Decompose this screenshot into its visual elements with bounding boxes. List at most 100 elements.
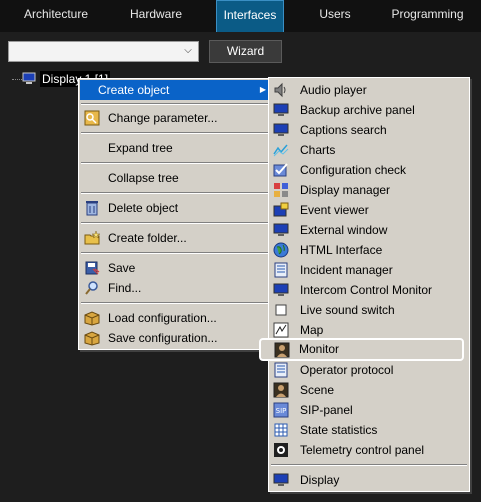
globe-icon [273,242,289,258]
menu-separator [81,222,271,224]
submenu-separator [271,464,467,466]
wizard-button[interactable]: Wizard [209,40,282,63]
submenu-item-incident-manager[interactable]: Incident manager [270,260,468,280]
submenu-item-label: Monitor [299,342,340,356]
camera-monitor-icon [274,342,290,358]
submenu-item-label: External window [300,223,388,237]
submenu-item-state-statistics[interactable]: State statistics [270,420,468,440]
menu-item-label: Delete object [108,201,179,215]
submenu-item-label: Incident manager [300,263,393,277]
telemetry-icon [274,443,288,457]
submenu-item-configuration-check[interactable]: Configuration check [270,160,468,180]
submenu-item-label: Backup archive panel [300,103,415,117]
menu-item-label: Find... [108,281,142,295]
recycle-bin-icon [86,201,98,216]
submenu-item-label: Live sound switch [300,303,395,317]
submenu-item-operator-protocol[interactable]: Operator protocol [270,360,468,380]
menu-item-label: Expand tree [108,141,173,155]
monitor-icon [273,473,289,486]
menu-item-label: Create folder... [108,231,187,245]
menu-item-create-folder[interactable]: Create folder... [80,228,272,248]
menu-item-label: Save configuration... [108,331,218,345]
object-select[interactable]: ⌵ [8,41,199,62]
tab-users[interactable]: Users [300,0,370,32]
submenu-item-event-viewer[interactable]: Event viewer [270,200,468,220]
create-object-submenu: Audio player Backup archive panel Captio… [268,77,470,492]
menu-item-change-parameter[interactable]: Change parameter... [80,108,272,128]
submenu-item-label: Captions search [300,123,387,137]
submenu-item-monitor[interactable]: Monitor [259,338,464,361]
menu-item-delete-object[interactable]: Delete object [80,198,272,218]
submenu-item-label: HTML Interface [300,243,383,257]
tab-bar: Architecture Hardware Interfaces Users P… [0,0,481,32]
submenu-item-label: Charts [300,143,336,157]
submenu-item-live-sound-switch[interactable]: Live sound switch [270,300,468,320]
menu-item-create-object[interactable]: Create object ▶ [80,80,272,100]
submenu-item-html-interface[interactable]: HTML Interface [270,240,468,260]
menu-separator [81,162,271,164]
monitor-icon [22,72,36,84]
submenu-item-telemetry-control-panel[interactable]: Telemetry control panel [270,440,468,460]
submenu-item-external-window[interactable]: External window [270,220,468,240]
chart-icon [273,144,289,157]
svg-text:SIP: SIP [276,407,287,415]
tab-architecture[interactable]: Architecture [0,0,112,32]
submenu-item-label: Display [300,473,340,487]
submenu-item-label: State statistics [300,423,378,437]
menu-item-save-configuration[interactable]: Save configuration... [80,328,272,348]
magnifier-icon [85,281,98,295]
menu-separator [81,103,271,105]
submenu-item-label: Scene [300,383,335,397]
table-icon [274,423,288,437]
square-icon [275,304,287,316]
submenu-arrow-icon: ▶ [259,85,266,94]
monitor-icon [273,103,289,116]
submenu-item-backup-archive-panel[interactable]: Backup archive panel [270,100,468,120]
menu-separator [81,252,271,254]
box-icon [84,331,100,346]
submenu-item-map[interactable]: Map [270,320,468,340]
monitor-icon [273,223,289,236]
tab-programming[interactable]: Programming [380,0,475,32]
folder-star-icon [84,230,100,245]
menu-item-save[interactable]: Save [80,258,272,278]
submenu-item-captions-search[interactable]: Captions search [270,120,468,140]
menu-item-label: Create object [98,83,170,97]
event-viewer-icon [273,202,289,217]
submenu-item-audio-player[interactable]: Audio player [270,80,468,100]
document-icon [274,362,288,378]
speaker-icon [274,82,286,98]
menu-separator [81,192,271,194]
submenu-item-label: SIP-panel [300,403,353,417]
submenu-item-scene[interactable]: Scene [270,380,468,400]
sip-icon: SIP [273,402,289,418]
submenu-item-intercom-control-monitor[interactable]: Intercom Control Monitor [270,280,468,300]
menu-item-label: Save [108,261,136,275]
monitor-icon [273,123,289,136]
submenu-item-label: Intercom Control Monitor [300,283,433,297]
submenu-item-display-manager[interactable]: Display manager [270,180,468,200]
submenu-item-label: Display manager [300,183,391,197]
chevron-down-icon[interactable]: ⌵ [182,45,194,57]
menu-item-label: Change parameter... [108,111,218,125]
document-icon [274,262,288,278]
submenu-item-label: Operator protocol [300,363,394,377]
submenu-item-charts[interactable]: Charts [270,140,468,160]
menu-item-collapse-tree[interactable]: Collapse tree [80,168,272,188]
submenu-item-sip-panel[interactable]: SIP SIP-panel [270,400,468,420]
submenu-item-display[interactable]: Display [270,470,468,490]
submenu-item-label: Telemetry control panel [300,443,425,457]
scene-icon [273,382,289,398]
checklist-icon [273,163,288,177]
key-icon [84,110,100,126]
tab-hardware[interactable]: Hardware [112,0,200,32]
menu-item-label: Collapse tree [108,171,179,185]
submenu-item-label: Event viewer [300,203,369,217]
menu-item-load-configuration[interactable]: Load configuration... [80,308,272,328]
menu-item-find[interactable]: Find... [80,278,272,298]
grid-icon [274,183,288,197]
tab-interfaces[interactable]: Interfaces [216,0,284,32]
menu-item-expand-tree[interactable]: Expand tree [80,138,272,158]
monitor-icon [273,283,289,296]
context-menu: Create object ▶ Change parameter... Expa… [78,78,274,350]
